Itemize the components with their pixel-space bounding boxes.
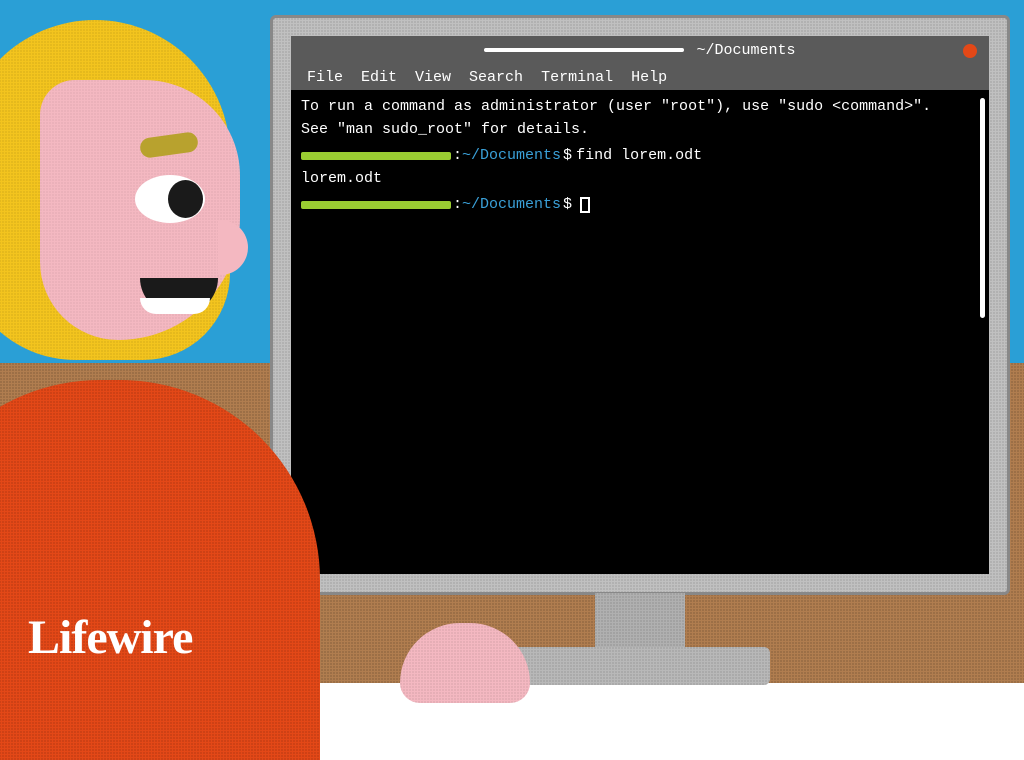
monitor-stand-neck	[595, 593, 685, 653]
terminal-body[interactable]: To run a command as administrator (user …	[291, 90, 989, 574]
monitor: ~/Documents File Edit View Search Termin…	[270, 15, 1010, 595]
cursor-icon	[580, 197, 590, 213]
terminal-window: ~/Documents File Edit View Search Termin…	[291, 36, 989, 574]
motd-line-1: To run a command as administrator (user …	[301, 96, 979, 119]
menu-edit[interactable]: Edit	[355, 67, 403, 88]
close-icon[interactable]	[963, 44, 977, 58]
prompt-colon: :	[453, 194, 462, 217]
titlebar-line-decoration	[484, 48, 684, 52]
menu-view[interactable]: View	[409, 67, 457, 88]
prompt-path: ~/Documents	[462, 194, 561, 217]
monitor-bezel: ~/Documents File Edit View Search Termin…	[270, 15, 1010, 595]
menu-search[interactable]: Search	[463, 67, 529, 88]
illustration-scene: ~/Documents File Edit View Search Termin…	[0, 0, 1024, 683]
command-output: lorem.odt	[301, 168, 979, 191]
window-titlebar[interactable]: ~/Documents	[291, 36, 989, 64]
scrollbar[interactable]	[980, 98, 985, 318]
shirt	[0, 380, 320, 760]
prompt-dollar: $	[563, 145, 572, 168]
prompt-line-2: : ~/Documents $	[301, 194, 979, 217]
window-title-path: ~/Documents	[696, 42, 795, 59]
prompt-colon: :	[453, 145, 462, 168]
command-text: find lorem.odt	[576, 145, 702, 168]
eye-pupil	[168, 180, 203, 218]
prompt-dollar: $	[563, 194, 572, 217]
menu-terminal[interactable]: Terminal	[535, 67, 619, 88]
prompt-line-1: : ~/Documents $ find lorem.odt	[301, 145, 979, 168]
monitor-stand-base	[510, 647, 770, 685]
menu-help[interactable]: Help	[625, 67, 673, 88]
nose	[218, 220, 248, 275]
lifewire-logo: Lifewire	[28, 610, 192, 665]
prompt-path: ~/Documents	[462, 145, 561, 168]
motd-line-2: See "man sudo_root" for details.	[301, 119, 979, 142]
menu-bar: File Edit View Search Terminal Help	[291, 64, 989, 90]
